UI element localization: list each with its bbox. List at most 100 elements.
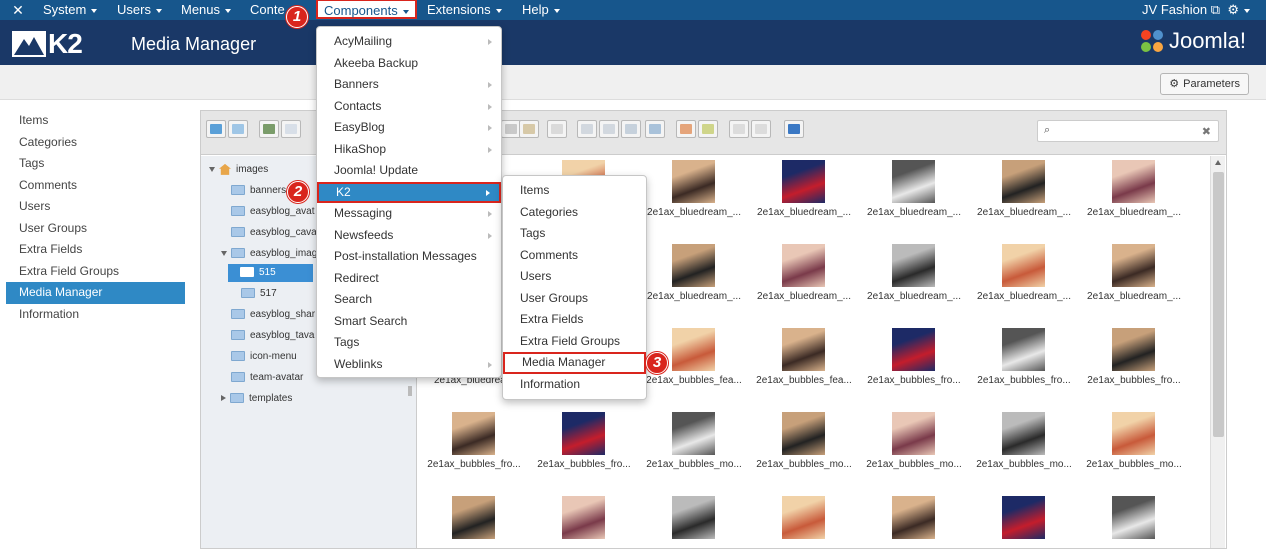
thumbnail[interactable]: 2e1ax_bluedream_... bbox=[749, 240, 859, 324]
thumbnail[interactable] bbox=[529, 492, 639, 548]
scroll-up-icon[interactable] bbox=[1215, 160, 1221, 165]
paste-button[interactable] bbox=[519, 120, 539, 138]
thumbnail[interactable] bbox=[1079, 492, 1189, 548]
tree-folder[interactable]: easyblog_cava bbox=[231, 224, 317, 242]
tree-folder[interactable]: easyblog_shar bbox=[231, 306, 315, 324]
settings-menu[interactable]: ⚙ bbox=[1227, 0, 1250, 20]
menu-item[interactable]: Search bbox=[317, 289, 501, 311]
sidebar-item-extra-fields[interactable]: Extra Fields bbox=[6, 239, 185, 261]
thumbnail[interactable]: 2e1ax_bubbles_mo... bbox=[859, 408, 969, 492]
thumbnail[interactable]: 2e1ax_bubbles_fro... bbox=[859, 324, 969, 408]
tree-folder[interactable]: easyblog_avat bbox=[231, 203, 315, 221]
nav-components[interactable]: Components bbox=[316, 0, 417, 19]
thumbnail[interactable]: 2e1ax_bubbles_mo... bbox=[1079, 408, 1189, 492]
tree-folder[interactable]: team-avatar bbox=[231, 369, 303, 387]
menu-item[interactable]: Contacts bbox=[317, 96, 501, 118]
thumbnail[interactable] bbox=[419, 492, 529, 548]
thumbnail[interactable]: 2e1ax_bluedream_... bbox=[749, 156, 859, 240]
parameters-button[interactable]: ⚙ Parameters bbox=[1160, 73, 1249, 95]
thumbnail[interactable] bbox=[969, 492, 1079, 548]
menu-item[interactable]: AcyMailing bbox=[317, 31, 501, 53]
tree-folder[interactable]: templates bbox=[221, 390, 292, 408]
edit-button[interactable] bbox=[599, 120, 619, 138]
archive-button[interactable] bbox=[698, 120, 718, 138]
tree-folder[interactable]: banners bbox=[231, 182, 286, 200]
submenu-item[interactable]: User Groups bbox=[503, 288, 646, 310]
new-file-button[interactable] bbox=[281, 120, 301, 138]
preview-button[interactable] bbox=[621, 120, 641, 138]
thumbnail[interactable]: 2e1ax_bubbles_mo... bbox=[639, 408, 749, 492]
menu-item[interactable]: EasyBlog bbox=[317, 117, 501, 139]
thumbnail[interactable]: 2e1ax_bluedream_... bbox=[969, 156, 1079, 240]
nav-system[interactable]: System bbox=[43, 0, 98, 20]
thumbnail[interactable]: 2e1ax_bubbles_mo... bbox=[969, 408, 1079, 492]
submenu-item[interactable]: Information bbox=[503, 374, 646, 396]
sidebar-item-tags[interactable]: Tags bbox=[6, 153, 185, 175]
cut-button[interactable] bbox=[501, 120, 521, 138]
rename-button[interactable] bbox=[577, 120, 597, 138]
list-view-button[interactable] bbox=[729, 120, 749, 138]
clear-icon[interactable]: ✖ bbox=[1202, 125, 1211, 138]
nav-help[interactable]: Help bbox=[522, 0, 560, 20]
menu-item[interactable]: Redirect bbox=[317, 268, 501, 290]
tree-folder[interactable]: easyblog_imag bbox=[221, 245, 317, 263]
menu-item[interactable]: Banners bbox=[317, 74, 501, 96]
menu-item[interactable]: HikaShop bbox=[317, 139, 501, 161]
submenu-item[interactable]: Extra Fields bbox=[503, 309, 646, 331]
menu-item[interactable]: K2 bbox=[317, 181, 501, 203]
site-link[interactable]: JV Fashion ⧉ bbox=[1142, 0, 1220, 20]
search-input[interactable]: ⌕ ✖ bbox=[1037, 120, 1219, 142]
menu-item[interactable]: Tags bbox=[317, 332, 501, 354]
sidebar-item-categories[interactable]: Categories bbox=[6, 132, 185, 154]
menu-item[interactable]: Post-installation Messages bbox=[317, 246, 501, 268]
tree-folder[interactable]: icon-menu bbox=[231, 348, 297, 366]
thumbnail[interactable]: 2e1ax_bluedream_... bbox=[969, 240, 1079, 324]
submenu-item[interactable]: Media Manager bbox=[503, 352, 646, 374]
menu-item[interactable]: Akeeba Backup bbox=[317, 53, 501, 75]
thumbnail[interactable] bbox=[859, 492, 969, 548]
forward-button[interactable] bbox=[228, 120, 248, 138]
submenu-item[interactable]: Categories bbox=[503, 202, 646, 224]
thumbnail[interactable] bbox=[749, 492, 859, 548]
thumbnail[interactable]: 2e1ax_bubbles_fro... bbox=[969, 324, 1079, 408]
help-button[interactable] bbox=[784, 120, 804, 138]
sidebar-item-extra-field-groups[interactable]: Extra Field Groups bbox=[6, 261, 185, 283]
sidebar-item-items[interactable]: Items bbox=[6, 110, 185, 132]
thumbnail[interactable]: 2e1ax_bubbles_mo... bbox=[749, 408, 859, 492]
tree-scrollbar[interactable] bbox=[408, 386, 412, 396]
nav-menus[interactable]: Menus bbox=[181, 0, 232, 20]
sidebar-item-comments[interactable]: Comments bbox=[6, 175, 185, 197]
thumbnail[interactable]: 2e1ax_bluedream_... bbox=[859, 240, 969, 324]
submenu-item[interactable]: Tags bbox=[503, 223, 646, 245]
save-button[interactable] bbox=[259, 120, 279, 138]
menu-item[interactable]: Smart Search bbox=[317, 311, 501, 333]
thumbnail[interactable]: 2e1ax_bubbles_fro... bbox=[529, 408, 639, 492]
nav-content[interactable]: Conte bbox=[250, 0, 285, 20]
tree-root[interactable]: images bbox=[209, 161, 268, 179]
extract-button[interactable] bbox=[676, 120, 696, 138]
thumbnail[interactable]: 2e1ax_bubbles_fro... bbox=[419, 408, 529, 492]
submenu-item[interactable]: Items bbox=[503, 180, 646, 202]
sidebar-item-user-groups[interactable]: User Groups bbox=[6, 218, 185, 240]
thumbnail[interactable] bbox=[639, 492, 749, 548]
submenu-item[interactable]: Extra Field Groups bbox=[503, 331, 646, 353]
tree-folder[interactable]: easyblog_tava bbox=[231, 327, 315, 345]
nav-extensions[interactable]: Extensions bbox=[427, 0, 502, 20]
thumbnail[interactable]: 2e1ax_bubbles_fea... bbox=[749, 324, 859, 408]
thumbnail[interactable]: 2e1ax_bluedream_... bbox=[639, 240, 749, 324]
thumbnail[interactable]: 2e1ax_bluedream_... bbox=[1079, 156, 1189, 240]
sidebar-item-information[interactable]: Information bbox=[6, 304, 185, 326]
thumbnail[interactable]: 2e1ax_bubbles_fro... bbox=[1079, 324, 1189, 408]
tree-folder-selected[interactable]: 515 bbox=[228, 264, 313, 282]
submenu-item[interactable]: Comments bbox=[503, 245, 646, 267]
joomla-icon[interactable]: ✕ bbox=[10, 2, 26, 18]
scrollbar-thumb[interactable] bbox=[1213, 172, 1224, 437]
resize-button[interactable] bbox=[645, 120, 665, 138]
menu-item[interactable]: Joomla! Update bbox=[317, 160, 501, 182]
submenu-item[interactable]: Users bbox=[503, 266, 646, 288]
icons-view-button[interactable] bbox=[751, 120, 771, 138]
thumbnail[interactable]: 2e1ax_bluedream_... bbox=[639, 156, 749, 240]
duplicate-button[interactable] bbox=[547, 120, 567, 138]
thumbnail[interactable]: 2e1ax_bluedream_... bbox=[859, 156, 969, 240]
menu-item[interactable]: Weblinks bbox=[317, 354, 501, 376]
